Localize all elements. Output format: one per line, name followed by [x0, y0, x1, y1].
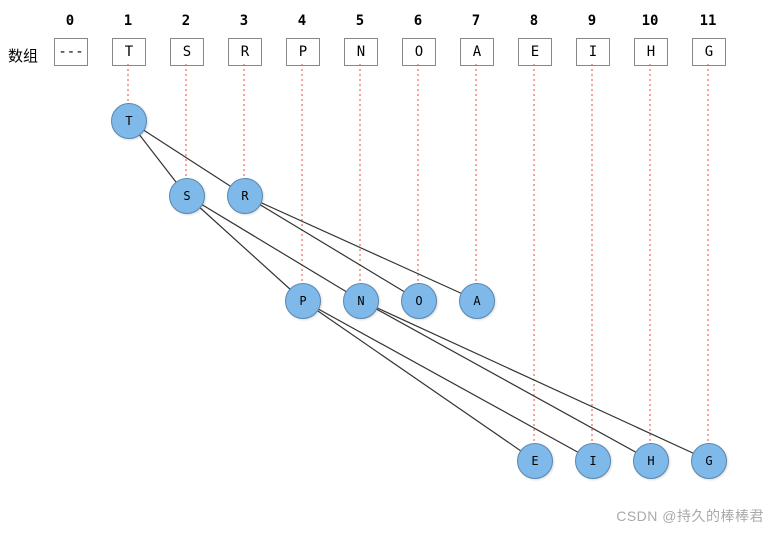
index-label: 4 [287, 13, 317, 29]
array-label: 数组 [8, 45, 38, 66]
array-cell: N [344, 38, 378, 66]
heap-node: A [459, 283, 495, 319]
index-label: 10 [635, 13, 665, 29]
array-cell: A [460, 38, 494, 66]
index-label: 1 [113, 13, 143, 29]
heap-node: E [517, 443, 553, 479]
array-cell: P [286, 38, 320, 66]
index-label: 11 [693, 13, 723, 29]
heap-node: O [401, 283, 437, 319]
watermark: CSDN @持久的棒棒君 [616, 506, 764, 526]
heap-node: H [633, 443, 669, 479]
array-cell: R [228, 38, 262, 66]
array-cell: E [518, 38, 552, 66]
array-cell: --- [54, 38, 88, 66]
array-cell: H [634, 38, 668, 66]
heap-node: G [691, 443, 727, 479]
array-cell: G [692, 38, 726, 66]
heap-node: P [285, 283, 321, 319]
index-label: 9 [577, 13, 607, 29]
index-label: 8 [519, 13, 549, 29]
index-label: 7 [461, 13, 491, 29]
heap-node: N [343, 283, 379, 319]
index-label: 5 [345, 13, 375, 29]
array-cell: S [170, 38, 204, 66]
array-cell: O [402, 38, 436, 66]
diagram-stage: { "array_label": "数组", "indices": ["0","… [0, 0, 782, 534]
index-label: 0 [55, 13, 85, 29]
heap-node: S [169, 178, 205, 214]
heap-node: I [575, 443, 611, 479]
heap-node: T [111, 103, 147, 139]
heap-node: R [227, 178, 263, 214]
array-cell: I [576, 38, 610, 66]
array-cell: T [112, 38, 146, 66]
index-label: 3 [229, 13, 259, 29]
index-label: 2 [171, 13, 201, 29]
index-label: 6 [403, 13, 433, 29]
